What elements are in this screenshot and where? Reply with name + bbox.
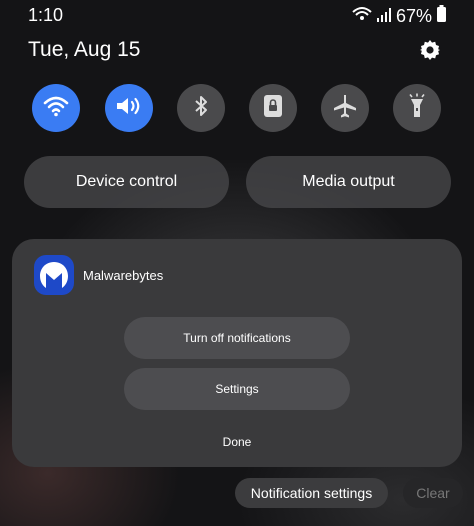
airplane-icon: [332, 93, 358, 124]
sound-toggle[interactable]: [105, 84, 153, 132]
flashlight-icon: [407, 93, 427, 124]
done-button[interactable]: Done: [12, 435, 462, 449]
status-icons: 67%: [352, 5, 446, 27]
volume-icon: [115, 95, 143, 122]
settings-label: Settings: [215, 382, 259, 396]
device-control-button[interactable]: Device control: [24, 156, 229, 208]
clear-label: Clear: [416, 485, 450, 501]
clear-button[interactable]: Clear: [403, 478, 463, 508]
battery-icon: [437, 5, 446, 27]
notification-settings-label: Notification settings: [250, 485, 373, 501]
media-output-button[interactable]: Media output: [246, 156, 451, 208]
date-label: Tue, Aug 15: [28, 38, 141, 61]
signal-icon: [376, 6, 391, 27]
wifi-toggle[interactable]: [32, 84, 80, 132]
turn-off-notifications-button[interactable]: Turn off notifications: [124, 317, 350, 359]
quick-settings-row: [32, 84, 442, 134]
status-time: 1:10: [28, 5, 64, 25]
settings-button[interactable]: Settings: [124, 368, 350, 410]
wifi-icon: [43, 95, 69, 122]
rotation-lock-toggle[interactable]: [249, 84, 297, 132]
malwarebytes-app-icon: [34, 255, 74, 295]
device-control-label: Device control: [75, 173, 178, 190]
gear-icon[interactable]: [418, 38, 442, 62]
wifi-calling-icon: [352, 6, 372, 27]
bluetooth-icon: [193, 94, 209, 123]
battery-percent: 67%: [395, 5, 432, 26]
media-output-label: Media output: [302, 173, 395, 190]
notification-settings-button[interactable]: Notification settings: [235, 478, 388, 508]
bluetooth-toggle[interactable]: [177, 84, 225, 132]
app-name: Malwarebytes: [83, 268, 164, 283]
done-label: Done: [222, 435, 252, 449]
flashlight-toggle[interactable]: [393, 84, 441, 132]
airplane-mode-toggle[interactable]: [321, 84, 369, 132]
status-bar: 1:10 67%: [0, 0, 474, 30]
turn-off-notifications-label: Turn off notifications: [183, 331, 291, 345]
notification-panel: Malwarebytes Turn off notifications Sett…: [12, 239, 462, 467]
lock-icon: [263, 94, 283, 123]
